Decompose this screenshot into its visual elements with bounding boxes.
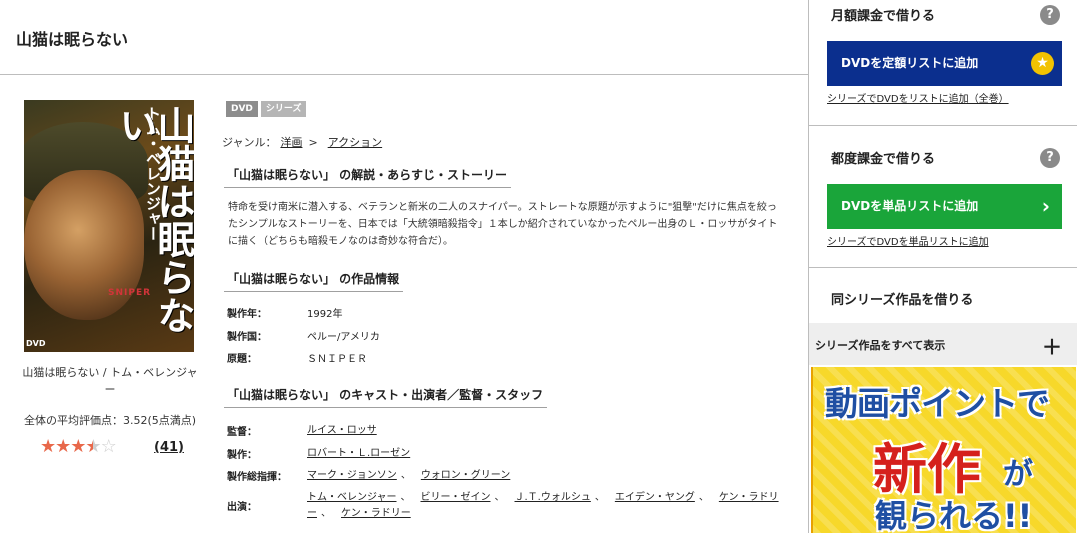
staff-link[interactable]: ロバート・Ｌ.ローゼン [307, 448, 410, 459]
plus-icon: ＋ [1042, 335, 1062, 359]
show-all-series-button[interactable]: シリーズ作品をすべて表示 ＋ [809, 323, 1077, 365]
cast-link[interactable]: ー [307, 508, 317, 519]
add-single-list-button[interactable]: DVDを単品リストに追加 › [827, 184, 1062, 229]
cover-format-text: DVD [26, 339, 46, 348]
info-value: ペルー/アメリカ [307, 332, 380, 343]
genre-link-action[interactable]: アクション [328, 136, 382, 149]
info-value: ＳＮＩＰＥＲ [307, 354, 367, 365]
staff-label: 出演： [227, 502, 257, 513]
staff-label: 製作： [227, 450, 257, 461]
rental-sidebar: 月額課金で借りる ? DVDを定額リストに追加 ★ シリーズでDVDをリストに追… [808, 0, 1077, 533]
average-rating-text: 全体の平均評価点：3.52(5点満点) [23, 414, 197, 427]
show-all-series-label: シリーズ作品をすべて表示 [815, 339, 946, 352]
promo-banner[interactable]: 動画ポイントで 新作 が 観られる!! [811, 367, 1076, 533]
add-monthly-list-button[interactable]: DVDを定額リストに追加 ★ [827, 41, 1062, 86]
cast-link[interactable]: トム・ベレンジャー [307, 492, 397, 503]
series-single-link[interactable]: シリーズでDVDを単品リストに追加 [827, 233, 989, 248]
help-icon[interactable]: ? [1040, 5, 1060, 25]
star-icon: ★ [1031, 52, 1054, 75]
info-label: 原題： [227, 354, 257, 365]
banner-line4: 観られる!! [875, 497, 1033, 533]
badge-dvd: DVD [226, 101, 258, 117]
cast-link[interactable]: ケン・ラドリ [719, 492, 779, 503]
review-count-link[interactable]: (41) [154, 440, 184, 455]
staff-label: 製作総指揮： [227, 472, 287, 483]
story-heading: 「山猫は眠らない」 の解説・あらすじ・ストーリー [224, 166, 511, 188]
info-label: 製作年： [227, 309, 267, 320]
format-badges: DVD シリーズ [226, 101, 307, 117]
star-half-icon: ★ [85, 436, 101, 457]
banner-line3: が [1003, 457, 1033, 492]
button-label: DVDを単品リストに追加 [841, 199, 979, 213]
genre-separator: > [308, 136, 318, 149]
info-heading: 「山猫は眠らない」 の作品情報 [224, 270, 404, 292]
staff-link[interactable]: マーク・ジョンソン [307, 470, 397, 481]
info-value: 1992年 [307, 309, 343, 320]
chevron-right-icon: › [1041, 194, 1050, 218]
info-row-year: 製作年： 1992年 [227, 305, 342, 320]
badge-series: シリーズ [260, 101, 307, 117]
main-content: 山猫は眠らない トム・ベレンジャー 山猫は眠らない SNIPER DVD 山猫は… [0, 0, 808, 533]
star-full-icon: ★ [55, 436, 71, 457]
series-monthly-link[interactable]: シリーズでDVDをリストに追加（全巻） [827, 90, 1009, 105]
cast-link[interactable]: Ｊ.Ｔ.ウォルシュ [515, 492, 591, 503]
info-label: 製作国： [227, 332, 267, 343]
monthly-heading: 月額課金で借りる [831, 9, 936, 24]
staff-heading: 「山猫は眠らない」 のキャスト・出演者／監督・スタッフ [224, 386, 548, 408]
page-title: 山猫は眠らない [16, 30, 129, 49]
star-empty-icon: ☆ [100, 436, 117, 457]
staff-link[interactable]: ルイス・ロッサ [307, 425, 377, 436]
rating-stars: ★★★★☆ [40, 436, 117, 457]
genre-label: ジャンル： [222, 136, 277, 149]
cast-link[interactable]: エイデン・ヤング [615, 492, 695, 503]
genre-link-western[interactable]: 洋画 [280, 136, 302, 149]
banner-line1: 動画ポイントで [825, 384, 1050, 423]
cover-title-text: 山猫は眠らない [113, 106, 194, 334]
sidebar-divider [809, 267, 1077, 268]
genre-breadcrumb: ジャンル： 洋画 > アクション [222, 134, 382, 150]
cover-logo-text: SNIPER [108, 288, 152, 298]
sidebar-divider [809, 125, 1077, 126]
series-heading: 同シリーズ作品を借りる [831, 293, 974, 308]
star-full-icon: ★ [40, 436, 56, 457]
staff-link[interactable]: ウォロン・グリーン [421, 470, 511, 481]
info-row-original-title: 原題： ＳＮＩＰＥＲ [227, 350, 367, 365]
story-text: 特命を受け南米に潜入する、ベテランと新米の二人のスナイパー。ストレートな原題が示… [228, 202, 778, 247]
cover-caption: 山猫は眠らない / トム・ベレンジャー [22, 366, 198, 396]
help-icon[interactable]: ? [1040, 148, 1060, 168]
cast-link[interactable]: ケン・ラドリー [341, 508, 411, 519]
cast-link[interactable]: ビリー・ゼイン [421, 492, 491, 503]
staff-label: 監督： [227, 427, 257, 438]
button-label: DVDを定額リストに追加 [841, 56, 979, 70]
star-full-icon: ★ [70, 436, 86, 457]
dvd-cover-image[interactable]: トム・ベレンジャー 山猫は眠らない SNIPER DVD [24, 100, 194, 352]
title-divider [0, 74, 808, 75]
single-heading: 都度課金で借りる [831, 152, 936, 167]
info-row-country: 製作国： ペルー/アメリカ [227, 328, 380, 343]
